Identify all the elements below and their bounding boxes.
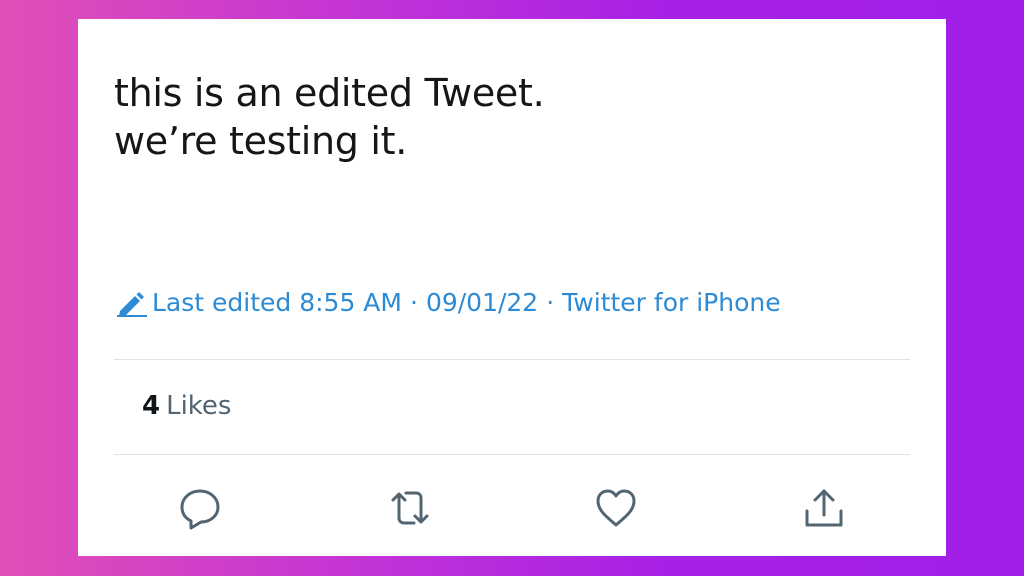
retweet-icon (391, 491, 429, 525)
divider (114, 454, 910, 455)
tweet-text-line-2: we’re testing it. (114, 119, 408, 163)
reply-icon (180, 489, 220, 530)
likes-label: Likes (166, 391, 232, 421)
share-button[interactable] (800, 485, 848, 531)
retweet-button[interactable] (386, 485, 434, 531)
likes-link[interactable]: 4 Likes (142, 390, 231, 422)
last-edited-link[interactable]: Last edited 8:55 AM (152, 287, 402, 319)
tweet-meta: Last edited 8:55 AM · 09/01/22 · Twitter… (116, 287, 781, 319)
divider (114, 359, 910, 360)
tweet-card: this is an edited Tweet. we’re testing i… (78, 19, 946, 556)
like-button[interactable] (592, 485, 640, 531)
tweet-text-line-1: this is an edited Tweet. (114, 71, 545, 115)
likes-count: 4 (142, 391, 161, 421)
pencil-icon (116, 289, 148, 317)
tweet-text: this is an edited Tweet. we’re testing i… (114, 69, 545, 165)
share-icon (805, 489, 843, 527)
tweet-date[interactable]: 09/01/22 (426, 287, 538, 319)
reply-button[interactable] (176, 485, 224, 531)
meta-separator: · (409, 288, 418, 317)
heart-icon (596, 489, 636, 527)
tweet-source[interactable]: Twitter for iPhone (562, 287, 780, 319)
meta-separator: · (546, 288, 555, 317)
